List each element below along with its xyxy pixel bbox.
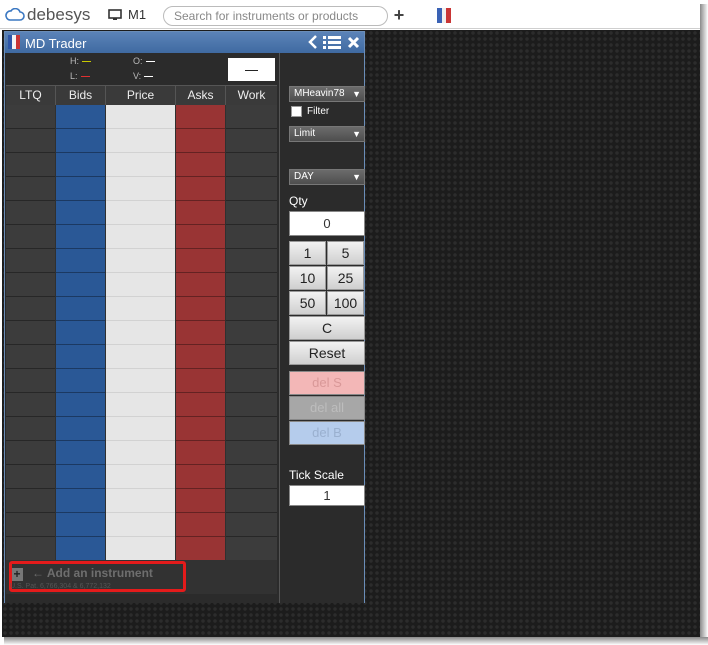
qty-label: Qty (289, 194, 308, 208)
cloud-icon (5, 8, 25, 21)
ladder-panel: H: L: O: V: — LTQ Bids Price Asks Work +… (5, 53, 279, 603)
asks-column[interactable] (176, 105, 226, 561)
delete-buys-button[interactable]: del B (289, 421, 365, 445)
caret-down-icon: ▼ (352, 129, 361, 139)
close-icon[interactable] (347, 36, 360, 49)
qty-input[interactable]: 0 (289, 211, 365, 236)
tick-scale-label: Tick Scale (289, 468, 344, 482)
filter-checkbox[interactable]: Filter (291, 106, 329, 117)
brand-logo[interactable]: debesys (5, 5, 90, 25)
col-header-price[interactable]: Price (106, 86, 176, 105)
clear-qty-button[interactable]: C (289, 316, 365, 340)
md-trader-flag-icon[interactable] (437, 8, 451, 23)
high-stat: H: (70, 56, 91, 66)
account-dropdown[interactable]: MHeavin78 ▼ (289, 86, 365, 102)
window-shadow-bottom (4, 637, 708, 645)
widget-titlebar[interactable]: MD Trader (5, 32, 364, 53)
tick-scale-input[interactable]: 1 (289, 485, 365, 506)
widget-title: MD Trader (25, 36, 87, 51)
qty-button-10[interactable]: 10 (289, 266, 326, 290)
tif-dropdown[interactable]: DAY ▼ (289, 169, 365, 185)
list-menu-icon[interactable] (323, 36, 341, 49)
reset-button[interactable]: Reset (289, 341, 365, 365)
checkbox-box[interactable] (291, 106, 302, 117)
last-price-box: — (228, 58, 275, 81)
md-trader-widget: MD Trader H: L: O: V: — LTQ Bids Price A… (4, 31, 365, 603)
caret-down-icon: ▼ (352, 89, 361, 99)
work-column[interactable] (226, 105, 277, 561)
workspace-label: M1 (128, 7, 147, 22)
caret-down-icon: ▼ (352, 172, 361, 182)
price-column[interactable] (106, 105, 176, 561)
volume-stat: V: (133, 71, 154, 81)
low-stat: L: (70, 71, 90, 81)
col-header-bids[interactable]: Bids (56, 86, 106, 105)
window-shadow-right (700, 4, 708, 645)
delete-sells-button[interactable]: del S (289, 371, 365, 395)
ladder-header: LTQ Bids Price Asks Work (6, 85, 277, 105)
app-window: debesys M1 + MD Trader (0, 0, 708, 645)
order-type-dropdown[interactable]: Limit ▼ (289, 126, 365, 142)
chevron-left-icon[interactable] (308, 35, 318, 49)
workspace-selector[interactable]: M1 (108, 7, 146, 22)
qty-button-50[interactable]: 50 (289, 291, 326, 315)
patent-footnote: U.S. Pat. 6,766,304 & 6,772,132 (10, 583, 111, 590)
delete-all-button[interactable]: del all (289, 396, 365, 420)
monitor-icon (108, 8, 122, 20)
order-entry-panel: MHeavin78 ▼ Filter Limit ▼ DAY ▼ Qty 0 1 5 … (279, 53, 365, 603)
price-ladder[interactable] (6, 105, 277, 561)
brand-name: debesys (27, 5, 91, 24)
add-widget-button[interactable]: + (391, 6, 407, 24)
qty-button-1[interactable]: 1 (289, 241, 326, 265)
search-input[interactable] (163, 6, 388, 26)
md-trader-flag-icon (8, 35, 20, 49)
qty-button-25[interactable]: 25 (327, 266, 364, 290)
col-header-asks[interactable]: Asks (176, 86, 226, 105)
ltq-column[interactable] (6, 105, 56, 561)
open-stat: O: (133, 56, 155, 66)
col-header-ltq[interactable]: LTQ (6, 86, 56, 105)
bids-column[interactable] (56, 105, 106, 561)
qty-button-100[interactable]: 100 (327, 291, 364, 315)
col-header-work[interactable]: Work (226, 86, 277, 105)
qty-button-5[interactable]: 5 (327, 241, 364, 265)
top-toolbar: debesys M1 + (0, 0, 700, 29)
